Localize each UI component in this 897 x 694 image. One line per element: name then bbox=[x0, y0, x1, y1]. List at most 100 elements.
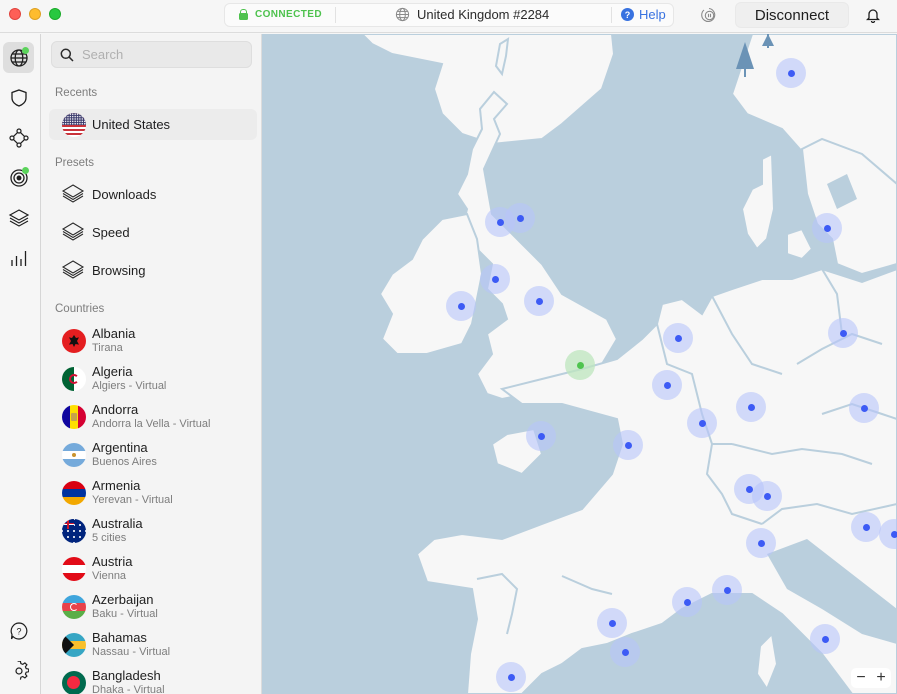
country-name: Bahamas bbox=[92, 630, 147, 645]
country-city: 5 cities bbox=[92, 532, 127, 544]
map-zoom-controls: − + bbox=[851, 668, 891, 688]
rail-help-button[interactable]: ? bbox=[3, 615, 34, 646]
preset-label: Browsing bbox=[92, 262, 146, 278]
help-link[interactable]: ? Help bbox=[621, 7, 666, 22]
preset-speed[interactable]: Speed bbox=[61, 219, 130, 245]
server-pin-amsterdam[interactable] bbox=[663, 323, 693, 353]
flag-am-icon bbox=[62, 481, 86, 505]
country-city: Tirana bbox=[92, 342, 123, 354]
country-item-australia[interactable]: Australia 5 cities bbox=[62, 514, 143, 548]
server-pin-luxembourg[interactable] bbox=[687, 408, 717, 438]
rail-statistics-button[interactable] bbox=[3, 242, 34, 273]
status-dot bbox=[22, 167, 29, 174]
recent-item-united-states[interactable]: United States bbox=[49, 109, 257, 140]
country-item-argentina[interactable]: Argentina Buenos Aires bbox=[62, 438, 157, 472]
server-pin-london-connected[interactable] bbox=[565, 350, 595, 380]
server-pin-jersey[interactable] bbox=[526, 421, 556, 451]
search-box[interactable] bbox=[51, 41, 252, 68]
server-pin-madrid[interactable] bbox=[496, 662, 526, 692]
country-item-austria[interactable]: Austria Vienna bbox=[62, 552, 132, 586]
country-name: Armenia bbox=[92, 478, 141, 493]
server-pin-ljubljana[interactable] bbox=[851, 512, 881, 542]
rail-threat-protection-button[interactable] bbox=[3, 82, 34, 113]
current-server[interactable]: United Kingdom #2284 bbox=[395, 7, 549, 22]
current-server-label: United Kingdom #2284 bbox=[417, 7, 550, 22]
flag-az-icon bbox=[62, 595, 86, 619]
help-bubble-icon: ? bbox=[10, 621, 27, 640]
flag-al-icon bbox=[62, 329, 86, 353]
country-city: Buenos Aires bbox=[92, 456, 157, 468]
country-city: Nassau - Virtual bbox=[92, 646, 171, 658]
svg-text:?: ? bbox=[16, 626, 21, 636]
bar-chart-icon bbox=[10, 250, 26, 266]
server-pin-norway[interactable] bbox=[776, 58, 806, 88]
preset-downloads[interactable]: Downloads bbox=[61, 181, 156, 207]
status-dot bbox=[22, 47, 29, 54]
pause-shield-icon[interactable] bbox=[701, 7, 717, 23]
server-pin-andorra[interactable] bbox=[597, 608, 627, 638]
meshnet-icon bbox=[8, 127, 29, 148]
disconnect-button[interactable]: Disconnect bbox=[735, 2, 849, 28]
rail-specialty-servers-button[interactable] bbox=[3, 202, 34, 233]
server-pin-prague[interactable] bbox=[849, 393, 879, 423]
server-pin-milan[interactable] bbox=[746, 528, 776, 558]
server-pin-manchester[interactable] bbox=[524, 286, 554, 316]
countries-heading: Countries bbox=[55, 303, 105, 315]
layers-icon bbox=[61, 184, 85, 203]
country-item-algeria[interactable]: Algeria Algiers - Virtual bbox=[62, 362, 166, 396]
recents-heading: Recents bbox=[55, 87, 98, 99]
zoom-out-button[interactable]: − bbox=[856, 669, 865, 687]
country-item-andorra[interactable]: Andorra Andorra la Vella - Virtual bbox=[62, 400, 210, 434]
server-pin-barcelona[interactable] bbox=[610, 637, 640, 667]
layers-icon bbox=[61, 222, 85, 241]
country-item-azerbaijan[interactable]: Azerbaijan Baku - Virtual bbox=[62, 590, 158, 624]
server-pin-edinburgh[interactable] bbox=[505, 203, 535, 233]
server-pin-berlin[interactable] bbox=[828, 318, 858, 348]
navigation-rail: ? bbox=[0, 34, 41, 694]
server-pin-isle-of-man[interactable] bbox=[480, 264, 510, 294]
preset-browsing[interactable]: Browsing bbox=[61, 257, 145, 283]
search-input[interactable] bbox=[82, 47, 242, 62]
flag-dz-icon bbox=[62, 367, 86, 391]
window-maximize-button[interactable] bbox=[49, 8, 61, 20]
server-map[interactable]: − + bbox=[262, 34, 897, 694]
server-pin-brussels[interactable] bbox=[652, 370, 682, 400]
country-name: Austria bbox=[92, 554, 133, 569]
layers-icon bbox=[8, 208, 29, 227]
server-pin-marseille[interactable] bbox=[672, 587, 702, 617]
flag-au-icon bbox=[62, 519, 86, 543]
server-pin-monaco[interactable] bbox=[712, 575, 742, 605]
country-item-bangladesh[interactable]: Bangladesh Dhaka - Virtual bbox=[62, 666, 165, 694]
country-city: Baku - Virtual bbox=[92, 608, 158, 620]
rail-meshnet-button[interactable] bbox=[3, 122, 34, 153]
server-pin-paris[interactable] bbox=[613, 430, 643, 460]
rail-globe-button[interactable] bbox=[3, 42, 34, 73]
zoom-in-button[interactable]: + bbox=[876, 669, 885, 687]
server-pin-liechtenstein[interactable] bbox=[752, 481, 782, 511]
help-circle-icon: ? bbox=[621, 8, 634, 21]
rail-settings-button[interactable] bbox=[3, 655, 34, 686]
recent-item-label: United States bbox=[92, 117, 171, 132]
country-item-bahamas[interactable]: Bahamas Nassau - Virtual bbox=[62, 628, 170, 662]
country-item-albania[interactable]: Albania Tirana bbox=[62, 324, 135, 358]
flag-bd-icon bbox=[62, 671, 86, 694]
country-city: Andorra la Vella - Virtual bbox=[92, 418, 211, 430]
presets-heading: Presets bbox=[55, 157, 94, 169]
lock-icon bbox=[239, 9, 248, 20]
bell-icon[interactable] bbox=[866, 7, 880, 23]
server-pin-dublin[interactable] bbox=[446, 291, 476, 321]
window-minimize-button[interactable] bbox=[29, 8, 41, 20]
country-name: Albania bbox=[92, 326, 136, 341]
globe-icon bbox=[395, 7, 410, 22]
server-pin-frankfurt[interactable] bbox=[736, 392, 766, 422]
rail-dark-web-monitor-button[interactable] bbox=[3, 162, 34, 193]
flag-us-icon bbox=[62, 112, 86, 137]
country-item-armenia[interactable]: Armenia Yerevan - Virtual bbox=[62, 476, 173, 510]
server-pin-copenhagen[interactable] bbox=[812, 213, 842, 243]
layers-icon bbox=[61, 260, 85, 279]
country-city: Dhaka - Virtual bbox=[92, 684, 165, 694]
flag-at-icon bbox=[62, 557, 86, 581]
shield-icon bbox=[10, 88, 27, 107]
server-pin-rome[interactable] bbox=[810, 624, 840, 654]
window-close-button[interactable] bbox=[9, 8, 21, 20]
